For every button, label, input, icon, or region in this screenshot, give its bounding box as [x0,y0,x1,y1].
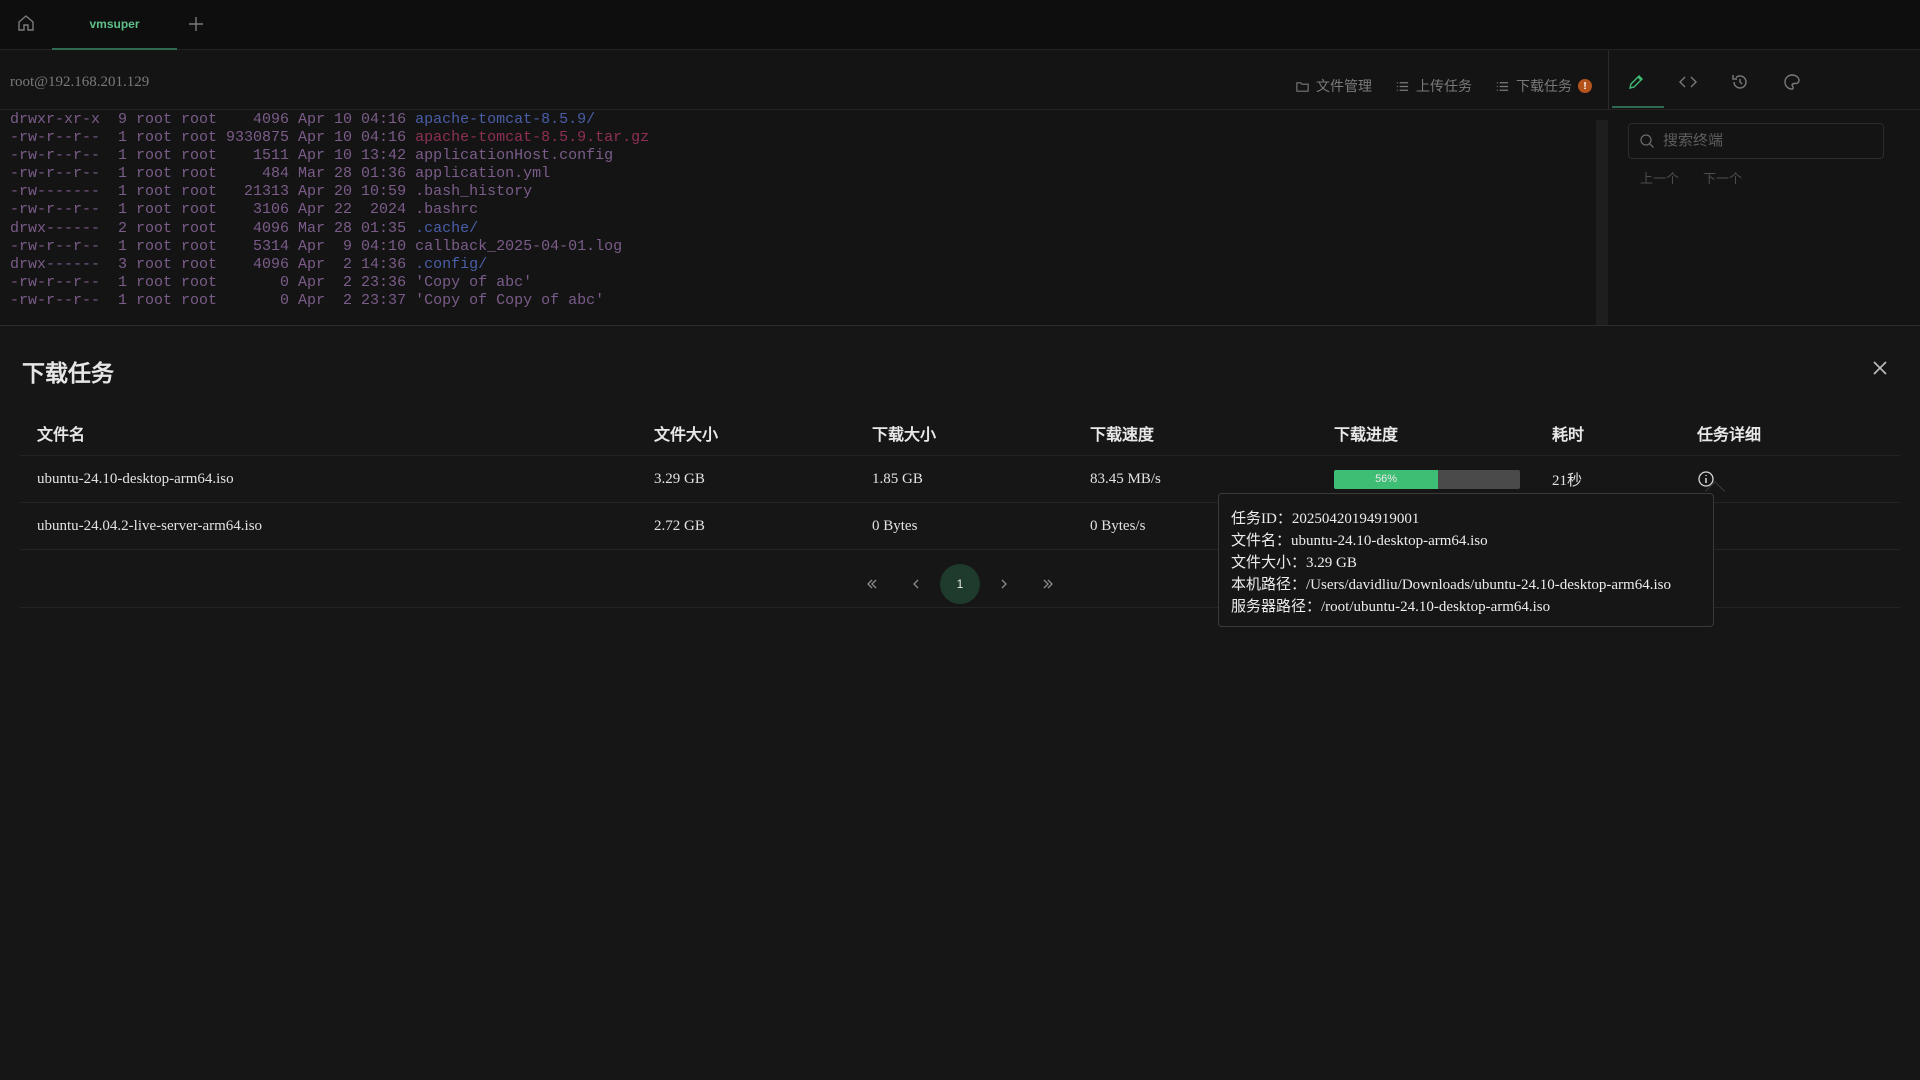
list-icon [1496,81,1509,91]
row-speed: 83.45 MB/s [1090,470,1161,487]
file-manager-label: 文件管理 [1316,80,1372,95]
search-nav: 上一个 下一个 [1640,168,1742,187]
file-manager-button[interactable]: 文件管理 [1295,76,1372,96]
double-chevron-left-icon [867,579,877,589]
list-icon [1396,81,1409,91]
code-icon[interactable] [1678,72,1698,92]
tooltip-server-path: 服务器路径：/root/ubuntu-24.10-desktop-arm64.i… [1231,599,1551,615]
terminal-line-meta: -rw-r--r-- 1 root root 3106 Apr 22 2024 [10,201,416,219]
tooltip-file-name: 文件名：ubuntu-24.10-desktop-arm64.iso [1231,533,1488,549]
terminal-line-meta: -rw-r--r-- 1 root root 0 Apr 2 23:37 [10,291,416,309]
column-header-size: 文件大小 [654,425,719,444]
row-filename: ubuntu-24.04.2-live-server-arm64.iso [37,517,263,534]
terminal-line-meta: -rw-r--r-- 1 root root 5314 Apr 9 04:10 [10,237,416,255]
column-header-filename: 文件名 [37,425,86,444]
prev-page-button[interactable] [896,564,936,604]
terminal-filename: callback_2025-04-01.log [415,237,623,255]
column-header-elapsed: 耗时 [1552,425,1585,444]
first-page-button[interactable] [852,564,892,604]
terminal-filename: apache-tomcat-8.5.9.tar.gz [415,129,650,147]
tooltip-file-size: 文件大小：3.29 GB [1231,555,1357,571]
terminal-filename: applicationHost.config [415,147,614,165]
close-icon[interactable] [1870,358,1890,378]
terminal-line: drwx------ 3 root root 4096 Apr 2 14:36 … [0,256,1610,274]
column-header-speed: 下载速度 [1090,425,1155,444]
column-header-details: 任务详细 [1697,425,1762,444]
search-input[interactable] [1663,132,1863,150]
progress-bar: 56% [1334,469,1520,489]
terminal-line: drwxr-xr-x 9 root root 4096 Apr 10 04:16… [0,111,1610,129]
tab-bar: vmsuper [0,0,1920,50]
row-downloaded: 0 Bytes [872,517,918,534]
upload-tasks-button[interactable]: 上传任务 [1395,76,1472,96]
terminal-line-meta: -rw-r--r-- 1 root root 9330875 Apr 10 04… [10,129,416,147]
terminal-filename: application.yml [415,165,551,183]
add-tab-icon[interactable] [186,14,206,34]
terminal-search [1628,123,1884,159]
palette-icon[interactable] [1782,72,1802,92]
terminal-line: -rw-r--r-- 1 root root 484 Mar 28 01:36 … [0,165,1610,183]
terminal-line: -rw-r--r-- 1 root root 3106 Apr 22 2024 … [0,201,1610,219]
column-header-downloaded: 下载大小 [872,425,937,444]
terminal-line: -rw-r--r-- 1 root root 1511 Apr 10 13:42… [0,147,1610,165]
tooltip-task-id: 任务ID：20250420194919001 [1231,511,1420,527]
terminal-filename: .bash_history [415,183,533,201]
terminal-filename: apache-tomcat-8.5.9/ [415,111,596,128]
terminal-line-meta: drwx------ 2 root root 4096 Mar 28 01:35 [10,219,416,237]
row-filename: ubuntu-24.10-desktop-arm64.iso [37,470,234,487]
terminal-line-meta: -rw------- 1 root root 21313 Apr 20 10:5… [10,183,416,201]
upload-tasks-label: 上传任务 [1416,80,1472,95]
terminal-line: drwx------ 2 root root 4096 Mar 28 01:35… [0,220,1610,238]
last-page-button[interactable] [1028,564,1068,604]
home-icon[interactable] [16,13,36,33]
row-speed: 0 Bytes/s [1090,517,1146,534]
terminal-filename: .cache/ [415,219,479,237]
host-label: root@192.168.201.129 [10,74,150,90]
modal-title: 下载任务 [22,361,114,387]
history-icon[interactable] [1730,72,1750,92]
terminal-filename: .config/ [415,255,488,273]
row-downloaded: 1.85 GB [872,470,923,487]
terminal-line-meta: drwx------ 3 root root 4096 Apr 2 14:36 [10,255,416,273]
terminal-line: -rw-r--r-- 1 root root 9330875 Apr 10 04… [0,129,1610,147]
task-detail-tooltip: 任务ID：20250420194919001 文件名：ubuntu-24.10-… [1218,493,1714,627]
folder-icon [1296,81,1309,92]
tooltip-local-path: 本机路径：/Users/davidliu/Downloads/ubuntu-24… [1231,577,1671,593]
search-icon [1640,134,1654,148]
terminal-line: -rw-r--r-- 1 root root 5314 Apr 9 04:10 … [0,238,1610,256]
download-tasks-label: 下载任务 [1516,80,1572,95]
page-button-current[interactable]: 1 [940,564,980,604]
terminal-line-meta: drwxr-xr-x 9 root root 4096 Apr 10 04:16 [10,111,416,128]
table-header: 文件名 文件大小 下载大小 下载速度 下载进度 耗时 任务详细 [20,411,1900,456]
progress-fill: 56% [1334,469,1439,489]
next-page-button[interactable] [984,564,1024,604]
terminal-line-meta: -rw-r--r-- 1 root root 484 Mar 28 01:36 [10,165,416,183]
terminal-line-meta: -rw-r--r-- 1 root root 0 Apr 2 23:36 [10,273,416,291]
row-size: 2.72 GB [654,517,705,534]
terminal[interactable]: drwxr-xr-x 9 root root 4096 Apr 10 04:16… [0,111,1610,325]
column-header-progress: 下载进度 [1334,425,1399,444]
alert-badge: ! [1578,79,1592,93]
toolbar-divider [1608,50,1609,110]
tab-vmsuper[interactable]: vmsuper [52,0,177,50]
chevron-left-icon [913,579,919,589]
pencil-icon[interactable] [1626,72,1646,92]
download-tasks-button[interactable]: 下载任务 ! [1495,76,1592,96]
terminal-line: -rw-r--r-- 1 root root 0 Apr 2 23:37 'Co… [0,292,1610,310]
terminal-line-meta: -rw-r--r-- 1 root root 1511 Apr 10 13:42 [10,147,416,165]
terminal-filename: .bashrc [415,201,479,219]
terminal-filename: 'Copy of abc' [415,273,533,291]
terminal-filename: 'Copy of Copy of abc' [415,291,605,309]
terminal-line: -rw-r--r-- 1 root root 0 Apr 2 23:36 'Co… [0,274,1610,292]
double-chevron-right-icon [1043,579,1053,589]
active-tool-underline [1612,106,1664,108]
download-tasks-modal: 下载任务 文件名 文件大小 下载大小 下载速度 下载进度 耗时 任务详细 ubu… [0,325,1920,1080]
next-match-link[interactable]: 下一个 [1703,168,1742,187]
terminal-line: -rw------- 1 root root 21313 Apr 20 10:5… [0,183,1610,201]
terminal-scrollbar[interactable] [1596,120,1608,325]
row-size: 3.29 GB [654,470,705,487]
prev-match-link[interactable]: 上一个 [1640,168,1679,187]
chevron-right-icon [1001,579,1007,589]
